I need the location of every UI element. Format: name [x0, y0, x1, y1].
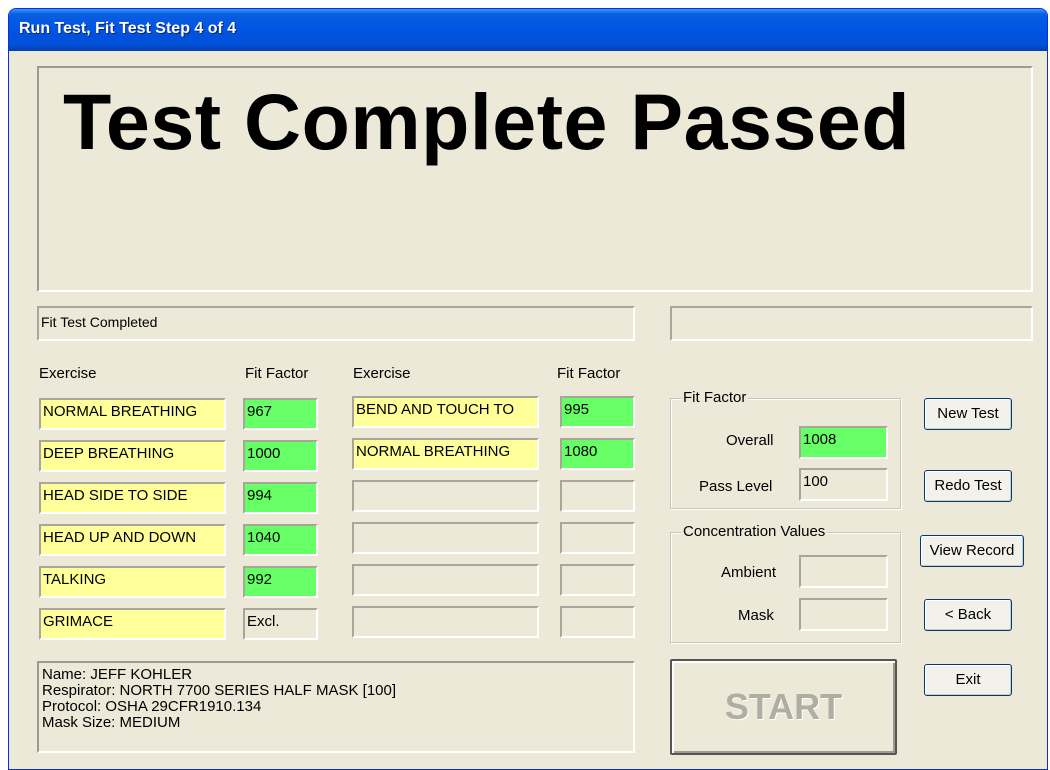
- fit-factor-group-title: Fit Factor: [681, 389, 749, 406]
- fit-factor-field: 994: [243, 482, 318, 514]
- result-text: Test Complete Passed: [63, 77, 911, 166]
- fit-factor-field: 1000: [243, 440, 318, 472]
- new-test-button[interactable]: New Test: [924, 398, 1012, 430]
- start-button[interactable]: START: [670, 659, 897, 755]
- exercise-field: HEAD UP AND DOWN: [39, 524, 226, 556]
- ambient-label: Ambient: [721, 564, 777, 581]
- exercise-field: [352, 522, 539, 554]
- redo-test-button[interactable]: Redo Test: [924, 470, 1012, 502]
- exercise-field: NORMAL BREATHING: [39, 398, 226, 430]
- ambient-field: [799, 555, 888, 588]
- title-bar[interactable]: Run Test, Fit Test Step 4 of 4: [9, 9, 1047, 51]
- fit-factor-field: 1040: [243, 524, 318, 556]
- exercise-field: NORMAL BREATHING: [352, 438, 539, 470]
- fit-factor-field: 967: [243, 398, 318, 430]
- mask-field: [799, 598, 888, 631]
- mask-size-info: Mask Size: MEDIUM: [42, 714, 181, 731]
- fit-factor-field: 992: [243, 566, 318, 598]
- fit-factor-group: Fit Factor Overall 1008 Pass Level 100: [670, 389, 901, 509]
- fit-factor-header-left: Fit Factor: [245, 365, 309, 382]
- test-info-box: Name: JEFF KOHLER Respirator: NORTH 7700…: [37, 661, 635, 753]
- pass-level-field: 100: [799, 468, 888, 501]
- result-banner: Test Complete Passed: [37, 66, 1033, 292]
- exercise-field: BEND AND TOUCH TO: [352, 396, 539, 428]
- fit-factor-field: 995: [560, 396, 635, 428]
- overall-label: Overall: [726, 432, 774, 449]
- exercise-field: HEAD SIDE TO SIDE: [39, 482, 226, 514]
- back-button[interactable]: < Back: [924, 599, 1012, 631]
- exercise-field: GRIMACE: [39, 608, 226, 640]
- view-record-button[interactable]: View Record: [920, 535, 1024, 567]
- pass-level-label: Pass Level: [699, 478, 773, 495]
- protocol-info: Protocol: OSHA 29CFR1910.134: [42, 698, 262, 715]
- exercise-header-left: Exercise: [39, 365, 97, 382]
- window-title: Run Test, Fit Test Step 4 of 4: [19, 20, 237, 37]
- exercise-field: [352, 480, 539, 512]
- exercise-field: [352, 564, 539, 596]
- fit-test-window: Run Test, Fit Test Step 4 of 4 Test Comp…: [8, 8, 1048, 770]
- exercise-field: [352, 606, 539, 638]
- fit-factor-field: [560, 480, 635, 512]
- fit-factor-field: [560, 564, 635, 596]
- exercise-header-right: Exercise: [353, 365, 411, 382]
- exercise-field: DEEP BREATHING: [39, 440, 226, 472]
- exercise-field: TALKING: [39, 566, 226, 598]
- exit-button[interactable]: Exit: [924, 664, 1012, 696]
- concentration-values-group: Concentration Values Ambient Mask: [670, 523, 901, 643]
- fit-factor-header-right: Fit Factor: [557, 365, 621, 382]
- subject-name: Name: JEFF KOHLER: [42, 666, 193, 683]
- overall-fit-factor-field: 1008: [799, 426, 888, 459]
- status-message-field: Fit Test Completed: [37, 306, 635, 341]
- mask-label: Mask: [738, 607, 774, 624]
- status-secondary-field: [670, 306, 1033, 341]
- concentration-group-title: Concentration Values: [681, 523, 828, 540]
- fit-factor-field: Excl.: [243, 608, 318, 640]
- respirator-info: Respirator: NORTH 7700 SERIES HALF MASK …: [42, 682, 397, 699]
- fit-factor-field: 1080: [560, 438, 635, 470]
- fit-factor-field: [560, 606, 635, 638]
- fit-factor-field: [560, 522, 635, 554]
